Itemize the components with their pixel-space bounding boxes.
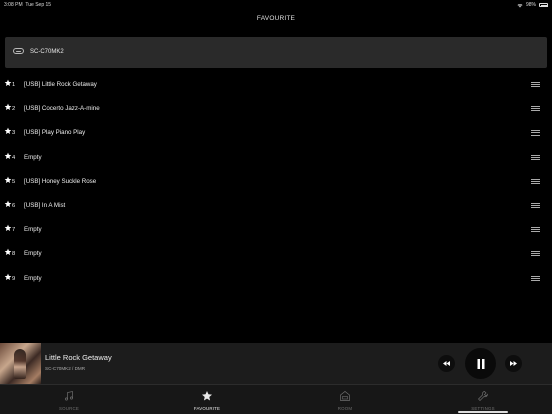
drag-handle-icon[interactable]: [531, 130, 540, 136]
drag-handle-icon[interactable]: [531, 106, 540, 112]
favourite-number: 6: [12, 202, 16, 209]
tab-favourite[interactable]: FAVOURITE: [138, 385, 276, 414]
page-title: FAVOURITE: [256, 15, 296, 22]
star-icon: [4, 103, 12, 111]
favourite-label: [USB] Play Piano Play: [24, 129, 86, 137]
favourite-label: Empty: [24, 274, 42, 282]
previous-button[interactable]: [438, 355, 455, 372]
tab-bar: SOURCE FAVOURITE ROOM SETTINGS: [0, 384, 552, 414]
music-note-icon: [65, 391, 73, 401]
favourite-number: 5: [12, 178, 16, 185]
favourite-number: 9: [12, 275, 16, 282]
drag-handle-icon[interactable]: [531, 275, 540, 281]
favourite-label: [USB] Little Rock Getaway: [24, 81, 97, 88]
star-icon: [4, 79, 12, 86]
next-button[interactable]: [505, 355, 522, 372]
fast-forward-icon: [510, 361, 517, 366]
drag-handle-icon[interactable]: [531, 154, 540, 160]
star-icon: [4, 248, 12, 256]
favourite-label: Empty: [24, 153, 42, 161]
room-icon: [340, 391, 350, 401]
favourite-number: 7: [12, 227, 16, 234]
rewind-icon: [443, 361, 450, 366]
drag-handle-icon[interactable]: [531, 251, 540, 257]
now-playing-title: Little Rock Getaway: [45, 353, 112, 362]
favourite-number: 2: [12, 106, 16, 113]
favourite-item[interactable]: 1 [USB] Little Rock Getaway: [0, 73, 552, 97]
star-icon: [4, 128, 12, 135]
favourite-item[interactable]: 4 Empty: [0, 146, 552, 170]
wifi-icon: [517, 3, 523, 7]
favourite-number: 8: [12, 251, 16, 258]
star-icon: [4, 176, 12, 183]
home-indicator: [458, 411, 508, 413]
drag-handle-icon[interactable]: [531, 202, 540, 208]
drag-handle-icon[interactable]: [531, 178, 540, 184]
favourite-number: 4: [12, 154, 16, 161]
tab-label: FAVOURITE: [193, 406, 221, 411]
wrench-icon: [478, 391, 488, 401]
star-icon: [4, 200, 12, 207]
pause-button[interactable]: [465, 348, 496, 379]
favourite-item[interactable]: 6 [USB] In A Mist: [0, 194, 552, 218]
favourite-item[interactable]: 9 Empty: [0, 267, 552, 291]
speaker-icon: [13, 48, 24, 54]
battery-percent: 98%: [525, 2, 536, 8]
battery-icon: [539, 3, 548, 7]
status-bar: 3:08 PM Tue Sep 15 98%: [0, 0, 552, 10]
favourite-label: [USB] Cocerto Jazz-A-mine: [24, 105, 100, 113]
favourite-number: 1: [12, 82, 16, 88]
pause-icon: [477, 358, 484, 369]
favourite-number: 3: [12, 130, 16, 137]
star-icon: [4, 152, 12, 159]
favourite-label: Empty: [24, 250, 42, 258]
tab-settings[interactable]: SETTINGS: [414, 385, 552, 414]
favourite-item[interactable]: 2 [USB] Cocerto Jazz-A-mine: [0, 97, 552, 121]
device-selector[interactable]: SC-C70MK2: [5, 37, 547, 68]
star-icon: [4, 273, 12, 280]
now-playing-source: SC-C70MK2 / DMR: [45, 366, 86, 371]
album-art: [0, 343, 41, 384]
tab-label: ROOM: [337, 406, 353, 411]
status-time: 3:08 PM Tue Sep 15: [4, 2, 52, 8]
favourite-item[interactable]: 3 [USB] Play Piano Play: [0, 121, 552, 145]
star-icon: [4, 224, 12, 232]
star-icon: [202, 391, 212, 401]
favourite-label: [USB] Honey Suckle Rose: [24, 177, 97, 185]
favourite-label: Empty: [24, 226, 42, 234]
favourite-label: [USB] In A Mist: [24, 201, 66, 209]
drag-handle-icon[interactable]: [531, 82, 540, 87]
favourite-item[interactable]: 7 Empty: [0, 218, 552, 242]
now-playing-bar[interactable]: Little Rock Getaway SC-C70MK2 / DMR: [0, 343, 552, 384]
favourite-item[interactable]: 8 Empty: [0, 242, 552, 266]
device-name: SC-C70MK2: [30, 49, 64, 55]
drag-handle-icon[interactable]: [531, 227, 540, 232]
tab-source[interactable]: SOURCE: [0, 385, 138, 414]
favourite-list: 1 [USB] Little Rock Getaway 2 [USB] Coce…: [0, 73, 552, 291]
status-right: 98%: [517, 2, 548, 8]
tab-label: SOURCE: [59, 406, 79, 411]
tab-room[interactable]: ROOM: [276, 385, 414, 414]
favourite-item[interactable]: 5 [USB] Honey Suckle Rose: [0, 170, 552, 194]
